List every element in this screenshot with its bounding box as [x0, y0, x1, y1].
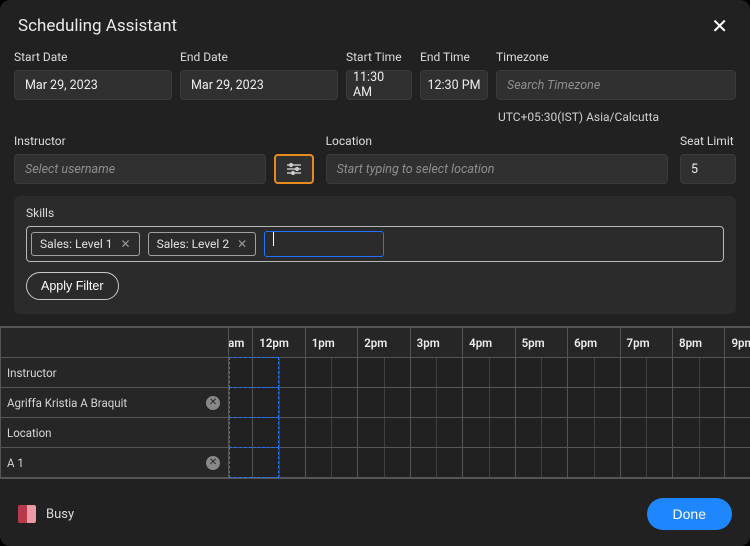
label-start-time: Start Time	[346, 50, 412, 64]
skill-chip: Sales: Level 1 ✕	[31, 232, 140, 256]
filter-icon-button[interactable]	[274, 154, 314, 184]
busy-swatch-icon	[18, 505, 36, 523]
skill-chip-label: Sales: Level 1	[40, 237, 113, 251]
done-button[interactable]: Done	[647, 498, 732, 530]
hour-header: 1pm	[305, 328, 357, 358]
hour-header: 5pm	[515, 328, 567, 358]
skill-chip-label: Sales: Level 2	[157, 237, 230, 251]
busy-legend-label: Busy	[46, 507, 74, 522]
busy-legend: Busy	[18, 505, 74, 523]
row-label: Agriffa Kristia A Braquit ✕	[1, 388, 229, 418]
input-start-date[interactable]: Mar 29, 2023	[14, 70, 172, 100]
hour-header: 4pm	[463, 328, 515, 358]
hour-header: 12pm	[253, 328, 305, 358]
label-start-date: Start Date	[14, 50, 172, 64]
field-instructor: Instructor Select username	[14, 134, 314, 184]
scheduling-assistant-dialog: Scheduling Assistant ✕ Start Date Mar 29…	[0, 0, 750, 546]
label-end-time: End Time	[420, 50, 488, 64]
sliders-icon	[286, 162, 302, 176]
input-end-time[interactable]: 12:30 PM	[420, 70, 488, 100]
timeline-row: Instructor	[1, 358, 750, 388]
field-end-time: End Time 12:30 PM	[420, 50, 488, 100]
input-timezone[interactable]: Search Timezone	[496, 70, 736, 100]
field-seat-limit: Seat Limit 5	[680, 134, 736, 184]
input-location[interactable]: Start typing to select location	[326, 154, 668, 184]
field-timezone: Timezone Search Timezone UTC+05:30(IST) …	[496, 50, 736, 124]
hour-header: 8pm	[673, 328, 725, 358]
row-label: Location	[1, 418, 229, 448]
timezone-helper-text: UTC+05:30(IST) Asia/Calcutta	[496, 104, 736, 124]
apply-filter-button[interactable]: Apply Filter	[26, 272, 119, 300]
field-start-date: Start Date Mar 29, 2023	[14, 50, 172, 100]
label-seat-limit: Seat Limit	[680, 134, 736, 148]
timeline-header-row: 11am 12pm 1pm 2pm 3pm 4pm 5pm 6pm 7pm 8p…	[1, 328, 750, 358]
dialog-footer: Busy Done	[0, 484, 750, 546]
close-icon[interactable]: ✕	[707, 14, 732, 38]
row-label-text: Agriffa Kristia A Braquit	[7, 396, 127, 410]
label-instructor: Instructor	[14, 134, 314, 148]
timeline-row: Agriffa Kristia A Braquit ✕	[1, 388, 750, 418]
label-end-date: End Date	[180, 50, 338, 64]
hour-header: 3pm	[410, 328, 462, 358]
row-remove-icon[interactable]: ✕	[206, 456, 220, 470]
input-start-time[interactable]: 11:30 AM	[346, 70, 412, 100]
row-label: A 1 ✕	[1, 448, 229, 478]
timeline-row: A 1 ✕	[1, 448, 750, 478]
skills-panel: Skills Sales: Level 1 ✕ Sales: Level 2 ✕…	[14, 196, 736, 314]
field-start-time: Start Time 11:30 AM	[346, 50, 412, 100]
label-location: Location	[326, 134, 668, 148]
input-instructor[interactable]: Select username	[14, 154, 266, 184]
hour-header: 9pm	[725, 328, 750, 358]
skill-chip: Sales: Level 2 ✕	[148, 232, 257, 256]
form-row-dates: Start Date Mar 29, 2023 End Date Mar 29,…	[0, 42, 750, 126]
timeline-grid[interactable]: 11am 12pm 1pm 2pm 3pm 4pm 5pm 6pm 7pm 8p…	[0, 326, 750, 479]
hour-header: 7pm	[620, 328, 672, 358]
skill-text-input[interactable]	[264, 231, 384, 257]
chip-remove-icon[interactable]: ✕	[121, 237, 131, 251]
input-seat-limit[interactable]: 5	[680, 154, 736, 184]
form-row-instructor: Instructor Select username Location St	[0, 126, 750, 186]
row-label: Instructor	[1, 358, 229, 388]
chip-remove-icon[interactable]: ✕	[237, 237, 247, 251]
row-label-text: A 1	[7, 456, 24, 470]
field-location: Location Start typing to select location	[326, 134, 668, 184]
hour-header: 2pm	[358, 328, 410, 358]
skills-chips-input[interactable]: Sales: Level 1 ✕ Sales: Level 2 ✕	[26, 226, 724, 262]
row-remove-icon[interactable]: ✕	[206, 396, 220, 410]
hour-header: 11am	[229, 328, 253, 358]
timeline-row: Location	[1, 418, 750, 448]
input-end-date[interactable]: Mar 29, 2023	[180, 70, 338, 100]
hour-header: 6pm	[568, 328, 620, 358]
dialog-title: Scheduling Assistant	[18, 16, 177, 36]
label-timezone: Timezone	[496, 50, 736, 64]
field-end-date: End Date Mar 29, 2023	[180, 50, 338, 100]
dialog-header: Scheduling Assistant ✕	[0, 0, 750, 42]
label-skills: Skills	[26, 206, 724, 220]
